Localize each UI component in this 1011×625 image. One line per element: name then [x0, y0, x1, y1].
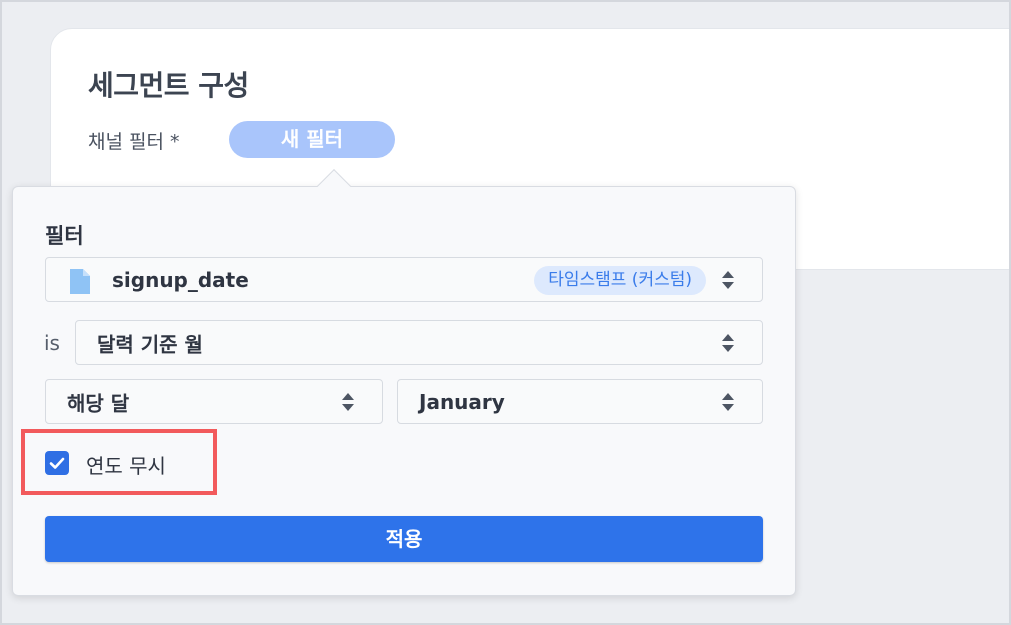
channel-filter-label: 채널 필터 * [88, 131, 180, 153]
ignore-year-label: 연도 무시 [86, 454, 166, 478]
period-select[interactable]: 해당 달 [45, 379, 383, 424]
new-filter-button[interactable]: 새 필터 [229, 121, 395, 158]
column-type-badge: 타임스탬프 (커스텀) [534, 266, 706, 295]
ignore-year-checkbox[interactable] [45, 451, 69, 475]
apply-button[interactable]: 적용 [45, 516, 763, 562]
filter-heading: 필터 [45, 224, 84, 248]
column-name: signup_date [112, 267, 249, 292]
operator-label: is [44, 331, 60, 355]
month-value: January [419, 389, 505, 414]
page-title: 세그먼트 구성 [88, 69, 249, 102]
check-icon [49, 457, 65, 469]
month-select[interactable]: January [397, 379, 763, 424]
operator-select[interactable]: 달력 기준 월 [75, 320, 763, 365]
sort-arrows-icon [722, 333, 734, 352]
column-select[interactable]: signup_date 타임스탬프 (커스텀) [45, 257, 763, 302]
operator-value: 달력 기준 월 [97, 332, 203, 356]
file-icon [70, 269, 90, 294]
sort-arrows-icon [722, 392, 734, 411]
period-value: 해당 달 [67, 391, 130, 415]
sort-arrows-icon [342, 392, 354, 411]
sort-arrows-icon [722, 270, 734, 289]
